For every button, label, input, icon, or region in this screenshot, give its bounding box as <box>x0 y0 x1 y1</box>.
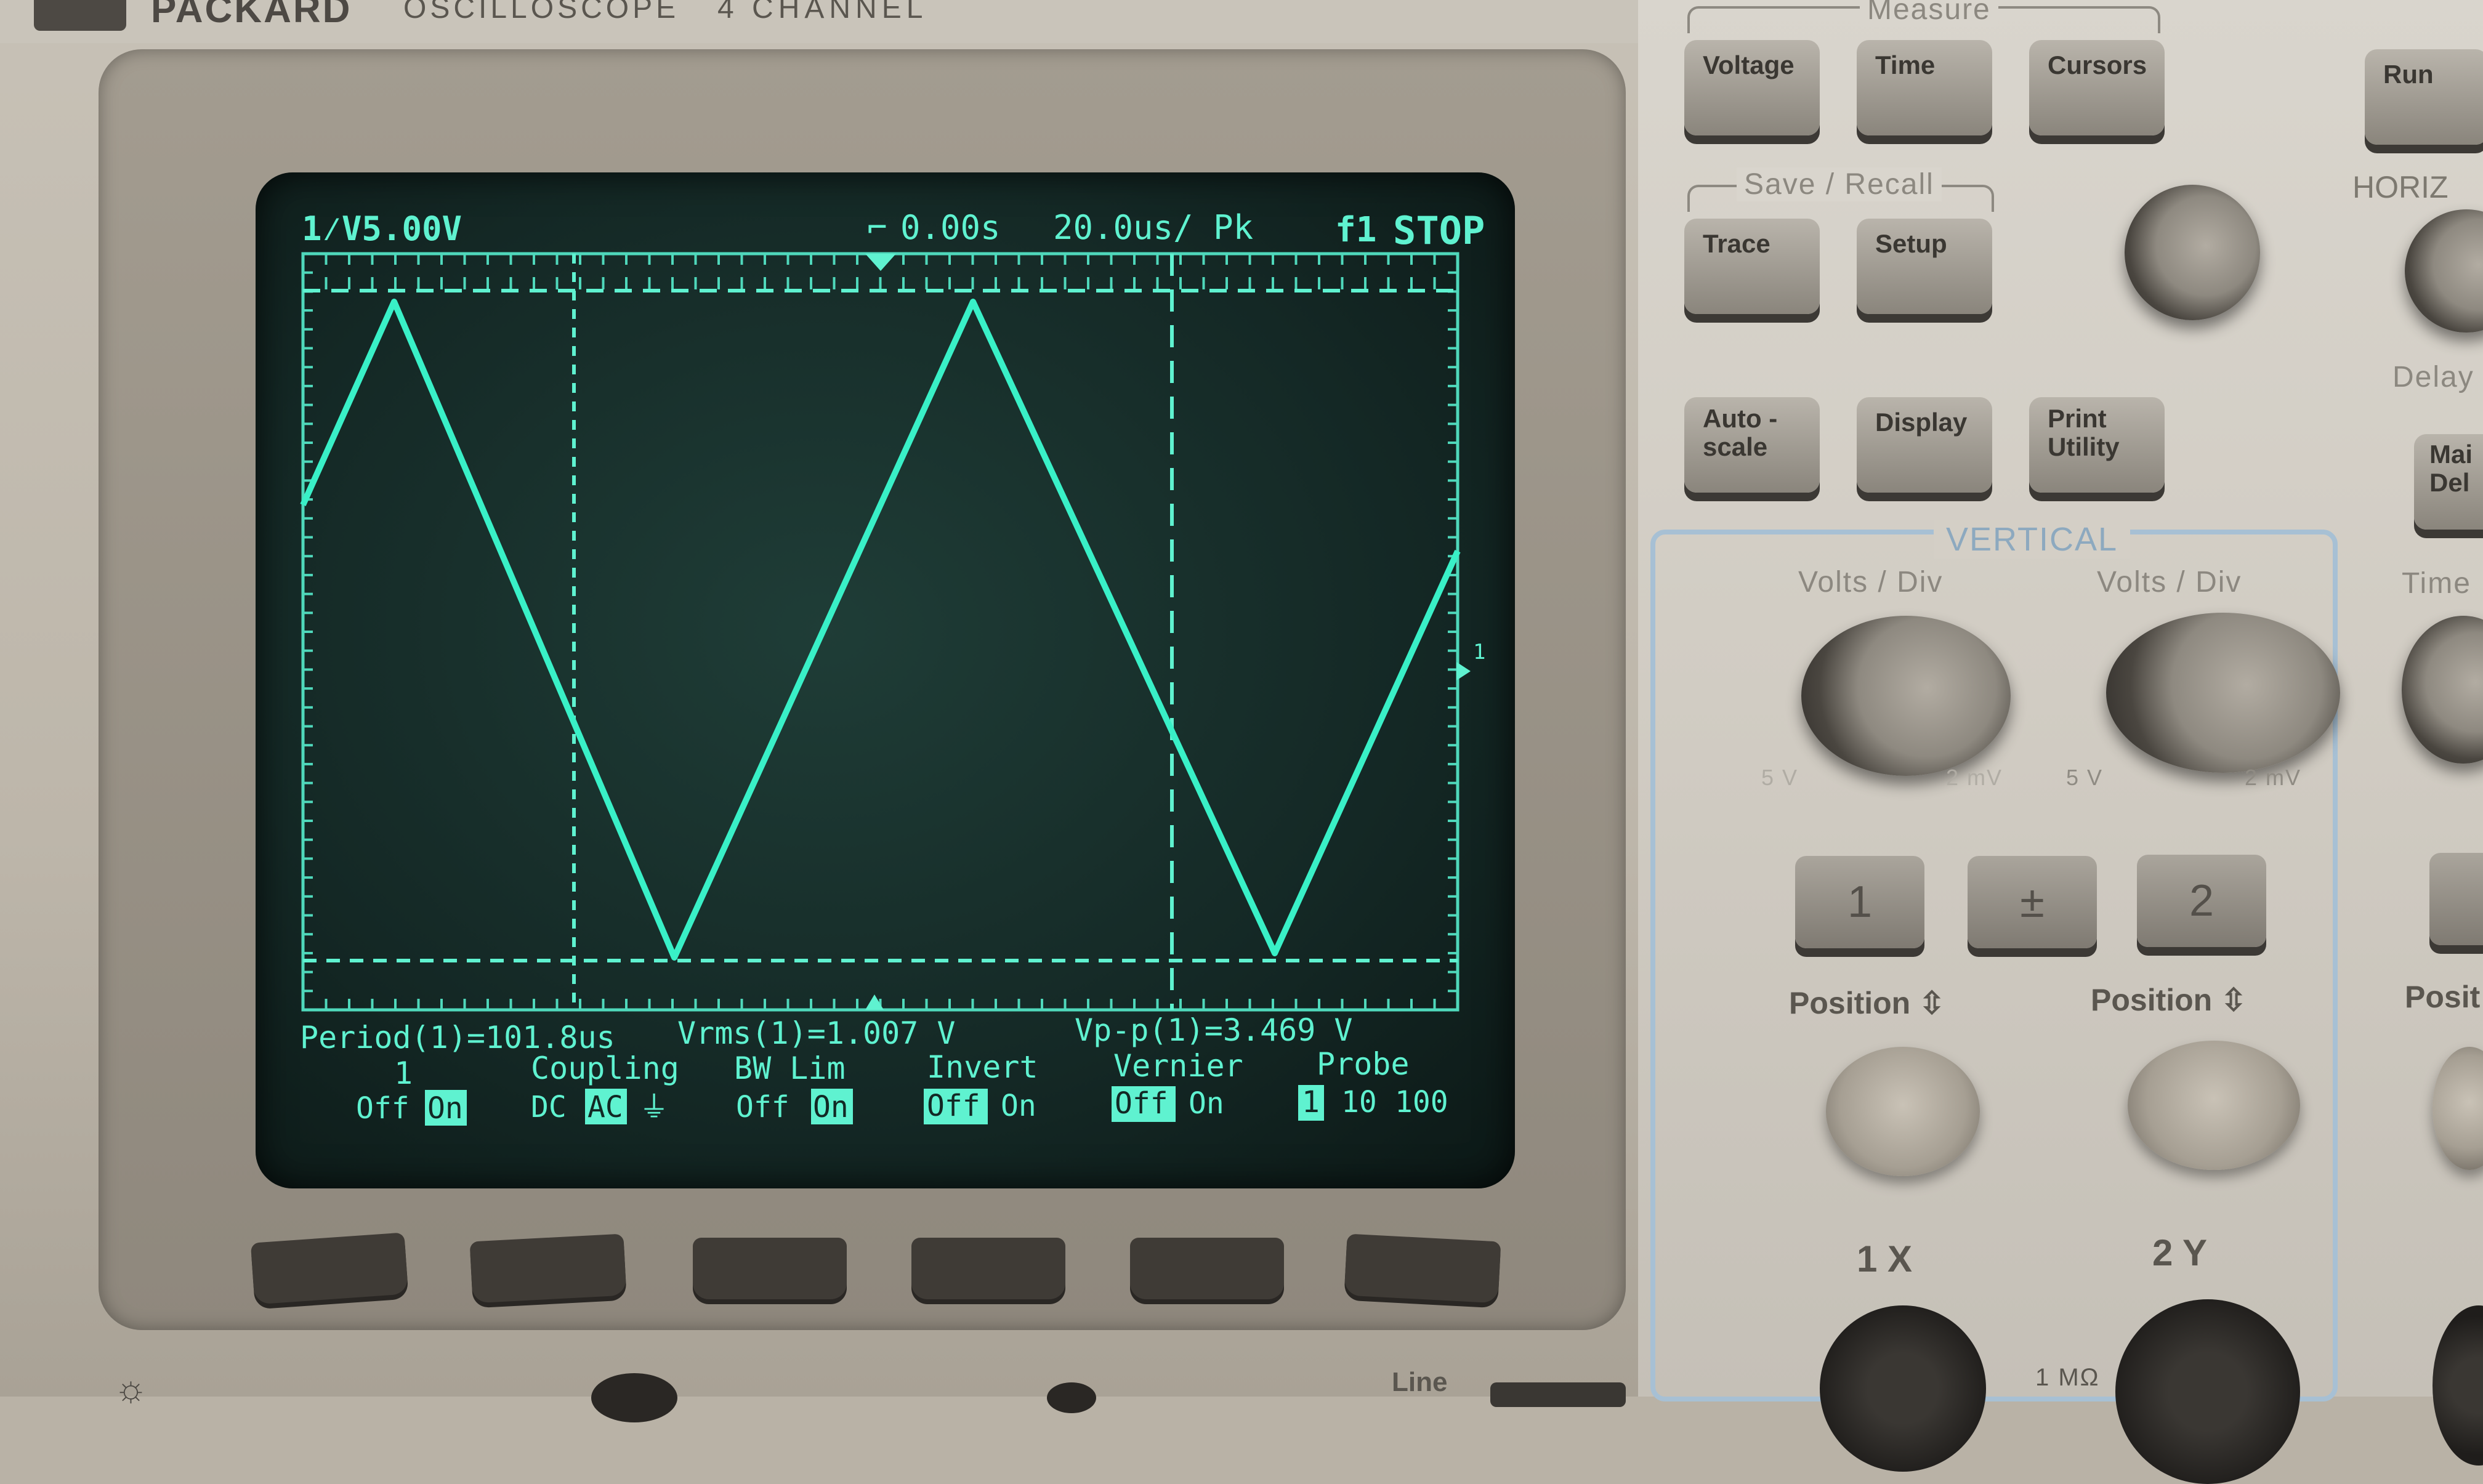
menu-invert-title: Invert <box>927 1049 1038 1085</box>
menu-invert-off: Off <box>927 1089 980 1123</box>
menu-probe-10: 10 <box>1341 1085 1377 1119</box>
menu-channel-title: 1 <box>394 1055 413 1091</box>
menu-probe-title: Probe <box>1317 1046 1410 1082</box>
triangle-waveform <box>300 299 1461 961</box>
ch2-bnc-connector[interactable] <box>2115 1299 2300 1484</box>
menu-probe-1: 1 <box>1302 1085 1320 1119</box>
ch3-button[interactable] <box>2429 853 2483 945</box>
vertical-label: VERTICAL <box>1934 520 2131 559</box>
ch1-range-min: 2 mV <box>1946 765 2003 790</box>
softkey-3[interactable] <box>693 1238 847 1299</box>
save-recall-label: Save / Recall <box>1737 167 1942 201</box>
utility-label: Utility <box>2048 432 2120 462</box>
menu-probe-100: 100 <box>1395 1085 1448 1119</box>
entry-knob[interactable] <box>2125 185 2260 320</box>
ch1-position-knob[interactable] <box>1826 1047 1980 1176</box>
menu-coupling-title: Coupling <box>531 1050 679 1086</box>
trigger-position-marker <box>865 254 896 271</box>
ch2-button[interactable]: 2 <box>2137 855 2266 947</box>
setup-button[interactable]: Setup <box>1857 219 1992 314</box>
trigger-time: 0.00s <box>900 208 1001 247</box>
power-switch[interactable] <box>1490 1382 1626 1407</box>
ch3-position-label: Posit <box>2405 980 2481 1014</box>
vpp-measurement: Vp-p(1)=3.469 V <box>1075 1012 1353 1048</box>
menu-channel-off: Off <box>356 1091 410 1126</box>
brightness-icon: ☼ <box>114 1368 148 1409</box>
display-button[interactable]: Display <box>1857 397 1992 493</box>
menu-bwlim-title: BW Lim <box>734 1050 846 1086</box>
autoscale-label-2: scale <box>1703 432 1768 462</box>
main-label: Mai <box>2429 440 2473 469</box>
trigger-source: f1 <box>1335 210 1376 250</box>
timebase: 20.0us/ Pk <box>1053 208 1253 247</box>
autoscale-button[interactable]: Auto - scale <box>1684 397 1820 493</box>
print-label: Print <box>2048 404 2107 433</box>
ch1-position-label: Position ⇳ <box>1789 986 1945 1020</box>
autoscale-label-1: Auto - <box>1703 404 1778 433</box>
softkey-1[interactable] <box>250 1232 409 1305</box>
menu-vernier-on: On <box>1189 1086 1224 1121</box>
main-delayed-button[interactable]: Mai Del <box>2414 434 2483 530</box>
time-div-label: Time <box>2402 567 2471 600</box>
time-button[interactable]: Time <box>1857 40 1992 135</box>
delay-label: Delay <box>2392 361 2474 393</box>
ch2-volts-div-knob[interactable] <box>2106 613 2340 773</box>
softkey-6[interactable] <box>1344 1233 1501 1304</box>
ch1-bnc-connector[interactable] <box>1820 1305 1986 1472</box>
input-impedance-label: 1 MΩ <box>2035 1364 2100 1391</box>
softkey-5[interactable] <box>1130 1238 1284 1299</box>
menu-coupling-gnd: ⏚ <box>639 1090 669 1124</box>
softkey-4[interactable] <box>911 1238 1065 1299</box>
ch2-input-label: 2 Y <box>2152 1232 2207 1273</box>
voltage-button[interactable]: Voltage <box>1684 40 1820 135</box>
ch1-input-label: 1 X <box>1857 1238 1913 1280</box>
ch2-range-min: 2 mV <box>2245 765 2302 790</box>
ch1-volts-div-knob[interactable] <box>1801 616 2011 776</box>
menu-coupling-dc: DC <box>531 1090 567 1124</box>
measure-label: Measure <box>1860 0 1998 26</box>
cursors-button[interactable]: Cursors <box>2029 40 2165 135</box>
run-button[interactable]: Run <box>2365 49 2483 145</box>
menu-invert-on: On <box>1001 1089 1036 1123</box>
trace-button[interactable]: Trace <box>1684 219 1820 314</box>
graticule-frame <box>301 252 1460 1012</box>
intensity-knob-2[interactable] <box>1047 1382 1096 1413</box>
menu-vernier-title: Vernier <box>1113 1048 1243 1084</box>
intensity-knob[interactable] <box>591 1373 677 1422</box>
channel-scale: 1⁄V5.00V <box>302 209 462 248</box>
menu-vernier-off: Off <box>1115 1086 1168 1121</box>
menu-bwlim-on: On <box>813 1090 849 1124</box>
line-label: Line <box>1392 1367 1448 1397</box>
ch1-button[interactable]: 1 <box>1795 856 1924 948</box>
math-button[interactable]: ± <box>1968 856 2097 948</box>
ch2-position-knob[interactable] <box>2128 1041 2300 1170</box>
menu-channel-on: On <box>427 1091 463 1126</box>
ch2-position-label: Position ⇳ <box>2091 983 2247 1017</box>
ground-level-marker <box>1456 662 1471 680</box>
horiz-label: HORIZ <box>2352 170 2449 204</box>
ground-marker-label: 1 <box>1473 640 1485 664</box>
vrms-measurement: Vrms(1)=1.007 V <box>677 1015 956 1051</box>
delayed-label: Del <box>2429 468 2470 498</box>
run-state: STOP <box>1393 208 1485 253</box>
menu-coupling-ac: AC <box>587 1090 623 1124</box>
ch2-range-max: 5 V <box>2066 765 2104 790</box>
menu-bwlim-off: Off <box>736 1090 789 1124</box>
volts-div-label-2: Volts / Div <box>2097 566 2242 599</box>
print-utility-button[interactable]: Print Utility <box>2029 397 2165 493</box>
graticule-ticks <box>303 254 1458 1010</box>
softkey-2[interactable] <box>469 1233 627 1304</box>
trigger-icon: ⌐ <box>867 208 887 247</box>
ch1-range-max: 5 V <box>1761 765 1799 790</box>
volts-div-label-1: Volts / Div <box>1798 566 1944 599</box>
